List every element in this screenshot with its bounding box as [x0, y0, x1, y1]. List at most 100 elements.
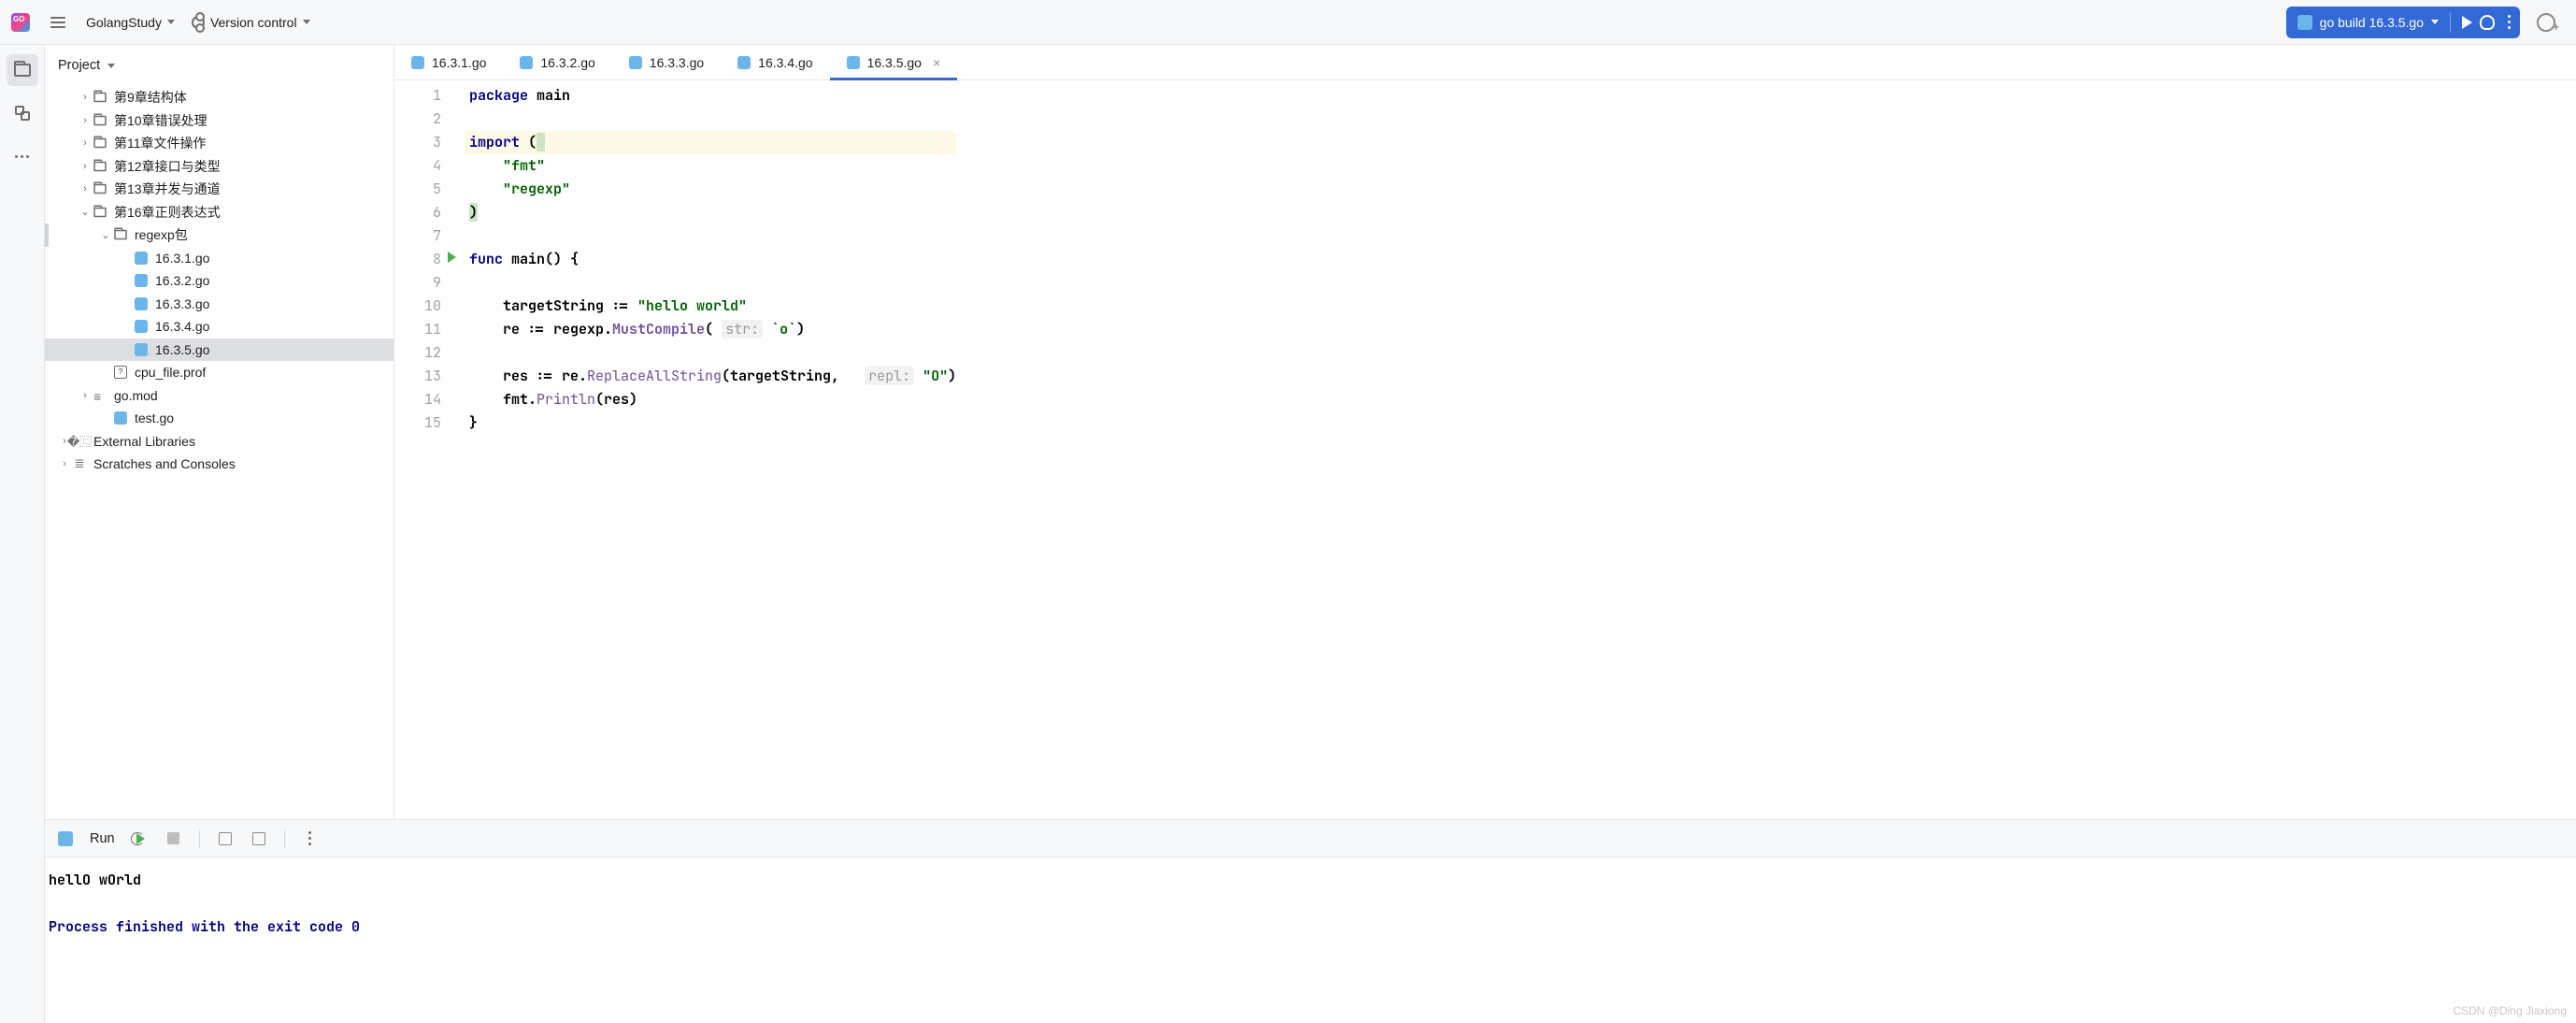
project-panel-title: Project	[58, 58, 100, 73]
tree-item[interactable]: ›≡ go.mod	[45, 384, 394, 408]
editor-tab[interactable]: 16.3.3.go	[612, 45, 721, 79]
editor-tab[interactable]: 16.3.1.go	[394, 45, 503, 79]
tree-item[interactable]: 16.3.5.go	[45, 339, 394, 362]
run-config-label: go build 16.3.5.go	[2320, 15, 2424, 30]
tree-item[interactable]: ›�⿷External Libraries	[45, 430, 394, 454]
code-line[interactable]: func main() {	[465, 248, 956, 271]
editor-area: 16.3.1.go 16.3.2.go 16.3.3.go16.3.4.go16.3…	[394, 45, 2576, 819]
tree-item[interactable]: test.go	[45, 407, 394, 430]
run-gutter-icon[interactable]	[448, 252, 456, 263]
project-tool-button[interactable]	[7, 54, 38, 86]
line-number: 7	[394, 224, 441, 248]
tree-item-label: cpu_file.prof	[135, 365, 206, 380]
editor-body[interactable]: 123456789101112131415 package main impor…	[394, 80, 2576, 819]
tree-item[interactable]: ›第10章错误处理	[45, 109, 394, 133]
code-line[interactable]	[465, 108, 956, 131]
project-tree[interactable]: ›第9章结构体›第10章错误处理›第11章文件操作›第12章接口与类型›第13章…	[45, 86, 394, 819]
expander-icon[interactable]: ›	[79, 92, 92, 103]
go-file-icon	[133, 343, 150, 356]
code-line[interactable]: fmt.Println(res)	[465, 388, 956, 411]
clear-button[interactable]	[250, 830, 267, 847]
run-tool-window: Run hellO wOrld Process finished with th…	[45, 819, 2576, 1023]
code-line[interactable]	[465, 341, 956, 365]
tree-item-label: 第16章正则表达式	[114, 203, 221, 222]
line-number: 4	[394, 154, 441, 178]
tree-item[interactable]: ›第9章结构体	[45, 86, 394, 109]
code-line[interactable]: res := re.ReplaceAllString(targetString,…	[465, 365, 956, 388]
expander-icon[interactable]: ⌄	[99, 229, 112, 241]
project-selector[interactable]: GolangStudy	[86, 15, 175, 30]
account-icon[interactable]	[2537, 13, 2555, 32]
expander-icon[interactable]: ›	[79, 115, 92, 126]
tree-item-label: 第11章文件操作	[114, 134, 207, 152]
go-file-icon	[737, 56, 751, 69]
console-output[interactable]: hellO wOrld Process finished with the ex…	[45, 857, 2576, 1023]
tree-item-label: test.go	[135, 411, 174, 425]
run-configuration[interactable]: go build 16.3.5.go	[2286, 7, 2520, 38]
tab-label: 16.3.1.go	[432, 55, 486, 70]
tab-label: 16.3.2.go	[540, 55, 594, 70]
editor-tab[interactable]: 16.3.5.go×	[830, 45, 958, 79]
code-line[interactable]: "regexp"	[465, 178, 956, 201]
code-line[interactable]: import (	[465, 131, 956, 154]
expander-icon[interactable]: ›	[79, 183, 92, 195]
project-panel-header[interactable]: Project	[45, 45, 394, 86]
tree-item[interactable]: ›第13章并发与通道	[45, 178, 394, 201]
structure-tool-button[interactable]	[7, 97, 38, 129]
project-panel: Project ›第9章结构体›第10章错误处理›第11章文件操作›第12章接口…	[45, 45, 394, 819]
code-line[interactable]: package main	[465, 84, 956, 108]
library-icon: �⿷	[71, 432, 88, 450]
tree-item[interactable]: 16.3.1.go	[45, 247, 394, 270]
run-more-button[interactable]	[302, 830, 319, 847]
code-line[interactable]: )	[465, 201, 956, 224]
code-line[interactable]	[465, 224, 956, 248]
expander-icon[interactable]: ›	[79, 390, 92, 401]
debug-button[interactable]	[2480, 15, 2495, 30]
tree-item-label: 16.3.5.go	[155, 342, 209, 357]
go-file-icon	[629, 56, 642, 69]
tree-item-label: Scratches and Consoles	[93, 456, 236, 471]
separator	[199, 829, 200, 848]
tree-item[interactable]: ›第12章接口与类型	[45, 155, 394, 179]
tree-item[interactable]: ⌄ 第16章正则表达式	[45, 201, 394, 224]
run-panel-title: Run	[90, 831, 115, 846]
go-file-icon	[133, 320, 150, 333]
editor-tab[interactable]: 16.3.2.go	[503, 45, 611, 79]
code-line[interactable]: targetString := "hello world"	[465, 295, 956, 318]
stop-button[interactable]	[165, 830, 182, 847]
tree-item[interactable]: ⌄regexp包	[45, 223, 394, 247]
tree-item-label: go.mod	[114, 388, 158, 403]
expander-icon[interactable]: ⌄	[79, 206, 92, 218]
code-line[interactable]: re := regexp.MustCompile( str: `o`)	[465, 318, 956, 341]
tree-item[interactable]: 16.3.4.go	[45, 315, 394, 339]
rerun-button[interactable]	[132, 830, 149, 847]
more-actions-button[interactable]	[2502, 15, 2516, 29]
tree-item[interactable]: 16.3.2.go	[45, 269, 394, 293]
module-icon: ≡	[92, 389, 108, 402]
close-tab-button[interactable]: ×	[933, 55, 940, 70]
separator	[2450, 12, 2451, 33]
tree-item[interactable]: ?cpu_file.prof	[45, 361, 394, 384]
tree-item[interactable]: › 第11章文件操作	[45, 132, 394, 155]
expander-icon[interactable]: ›	[79, 137, 92, 149]
expander-icon[interactable]: ›	[58, 458, 71, 469]
editor-tab[interactable]: 16.3.4.go	[721, 45, 829, 79]
run-button[interactable]	[2462, 16, 2472, 29]
code-line[interactable]	[465, 271, 956, 295]
tree-item-label: 16.3.3.go	[155, 296, 209, 311]
console-exit-line: Process finished with the exit code 0	[49, 915, 2572, 939]
topbar-left: GolangStudy Version control	[11, 13, 310, 32]
folder-icon	[112, 228, 129, 241]
code-line[interactable]: }	[465, 411, 956, 435]
tree-item[interactable]: 16.3.3.go	[45, 293, 394, 316]
tree-item[interactable]: ›≣Scratches and Consoles	[45, 453, 394, 476]
folder-icon	[14, 64, 31, 77]
main-menu-button[interactable]	[47, 13, 69, 32]
expander-icon[interactable]: ›	[79, 161, 92, 172]
project-name-label: GolangStudy	[86, 15, 162, 30]
editor-code[interactable]: package main import ( "fmt" "regexp") fu…	[462, 80, 956, 819]
code-line[interactable]: "fmt"	[465, 154, 956, 178]
more-tools-button[interactable]	[7, 140, 38, 172]
vcs-selector[interactable]: Version control	[192, 15, 310, 30]
export-button[interactable]	[217, 830, 234, 847]
